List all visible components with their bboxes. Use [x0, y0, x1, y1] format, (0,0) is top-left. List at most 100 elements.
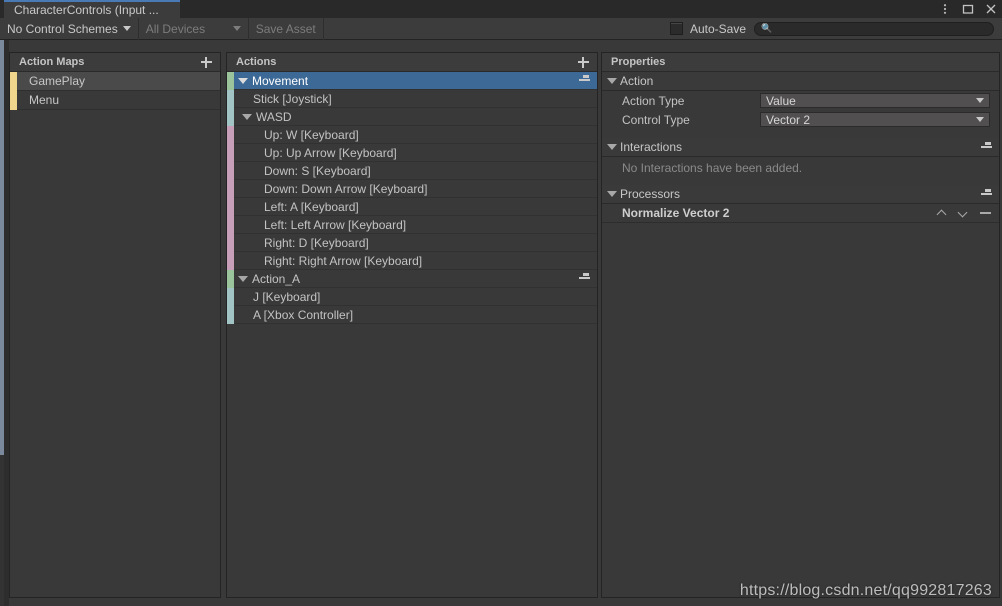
- plus-icon: [578, 273, 590, 284]
- control-type-label: Control Type: [622, 112, 690, 127]
- autosave-group: Auto-Save: [669, 21, 746, 36]
- action-tree-row[interactable]: Left: Left Arrow [Keyboard]: [227, 215, 597, 234]
- row-label: WASD: [256, 109, 292, 124]
- interactions-empty-text: No Interactions have been added.: [622, 161, 803, 175]
- autosave-checkbox[interactable]: [669, 22, 683, 35]
- save-asset-button[interactable]: Save Asset: [249, 17, 324, 40]
- processor-row[interactable]: Normalize Vector 2: [602, 204, 999, 223]
- action-tree-row[interactable]: Down: Down Arrow [Keyboard]: [227, 179, 597, 198]
- control-schemes-dropdown[interactable]: No Control Schemes: [0, 17, 139, 40]
- triangle-down-icon[interactable]: [238, 275, 248, 282]
- triangle-down-icon: [607, 78, 617, 84]
- action-tree-row[interactable]: Down: S [Keyboard]: [227, 161, 597, 180]
- row-label: Left: A [Keyboard]: [264, 199, 359, 214]
- row-label: Action_A: [252, 271, 301, 286]
- row-accent-composite_part: [227, 233, 234, 252]
- action-tree-row[interactable]: Right: D [Keyboard]: [227, 233, 597, 252]
- row-label: Up: Up Arrow [Keyboard]: [264, 145, 397, 160]
- action-map-label: Menu: [29, 93, 60, 107]
- tab-character-controls[interactable]: CharacterControls (Input ...: [4, 0, 180, 18]
- row-body: Down: Down Arrow [Keyboard]: [234, 180, 597, 198]
- row-label: Down: Down Arrow [Keyboard]: [264, 181, 428, 196]
- actions-tree: Movement Stick [Joystick] WASD Up: W [Keybo…: [227, 71, 597, 324]
- add-binding-button[interactable]: [576, 271, 592, 287]
- properties-panel: Properties Action Action Type Value Cont…: [601, 52, 1000, 598]
- window-title-bar: CharacterControls (Input ...: [0, 0, 1002, 18]
- add-action-map-button[interactable]: [198, 54, 214, 70]
- processors-section-title: Processors: [620, 187, 681, 201]
- action-type-label: Action Type: [622, 93, 685, 108]
- actions-title: Actions: [236, 56, 277, 68]
- action-tree-row[interactable]: J [Keyboard]: [227, 287, 597, 306]
- row-body: WASD: [234, 108, 597, 126]
- row-body: Down: S [Keyboard]: [234, 162, 597, 180]
- action-tree-row[interactable]: Stick [Joystick]: [227, 89, 597, 108]
- action-type-value: Value: [766, 93, 796, 108]
- action-tree-row[interactable]: Right: Right Arrow [Keyboard]: [227, 251, 597, 270]
- action-map-row[interactable]: GamePlay: [10, 71, 220, 91]
- row-accent-composite_part: [227, 215, 234, 234]
- row-label: Movement: [252, 73, 309, 88]
- action-maps-list: GamePlay Menu: [10, 71, 220, 110]
- autosave-label: Auto-Save: [689, 21, 746, 36]
- watermark: https://blog.csdn.net/qq992817263: [739, 582, 992, 599]
- row-body: Left: Left Arrow [Keyboard]: [234, 216, 597, 234]
- row-accent-composite: [227, 107, 234, 126]
- unity-input-actions-window: CharacterControls (Input ... No Control …: [0, 0, 1002, 606]
- row-accent-binding: [227, 287, 234, 306]
- action-section-header[interactable]: Action: [602, 72, 999, 91]
- processors-section-header[interactable]: Processors: [602, 185, 999, 204]
- row-body: Stick [Joystick]: [234, 90, 597, 108]
- add-binding-button[interactable]: [576, 73, 592, 89]
- row-accent-action: [227, 269, 234, 288]
- processor-controls: [938, 209, 991, 218]
- toolbar: No Control Schemes All Devices Save Asse…: [0, 17, 1002, 40]
- action-type-dropdown[interactable]: Value: [760, 93, 990, 108]
- action-map-label: GamePlay: [29, 74, 86, 88]
- interactions-section-header[interactable]: Interactions: [602, 138, 999, 157]
- row-label: J [Keyboard]: [253, 289, 321, 304]
- chevron-down-icon: [976, 117, 984, 122]
- remove-icon[interactable]: [980, 212, 991, 214]
- control-type-field: Control Type Vector 2: [602, 110, 999, 129]
- action-tree-row[interactable]: Movement: [227, 71, 597, 90]
- action-tree-row[interactable]: WASD: [227, 107, 597, 126]
- row-accent-composite_part: [227, 179, 234, 198]
- add-processor-button[interactable]: [978, 186, 994, 202]
- kebab-menu-icon[interactable]: [938, 2, 952, 16]
- action-map-accent: [10, 71, 17, 91]
- triangle-down-icon[interactable]: [238, 77, 248, 84]
- processor-name: Normalize Vector 2: [622, 206, 730, 220]
- action-tree-row[interactable]: Up: W [Keyboard]: [227, 125, 597, 144]
- plus-icon: [578, 75, 590, 86]
- properties-header: Properties: [602, 53, 999, 72]
- action-type-field: Action Type Value: [602, 91, 999, 110]
- close-icon[interactable]: [984, 2, 998, 16]
- chevron-down-icon: [976, 98, 984, 103]
- move-up-icon[interactable]: [938, 209, 947, 218]
- row-accent-composite_part: [227, 197, 234, 216]
- action-tree-row[interactable]: A [Xbox Controller]: [227, 305, 597, 324]
- plus-icon: [980, 188, 992, 200]
- action-tree-row[interactable]: Up: Up Arrow [Keyboard]: [227, 143, 597, 162]
- add-interaction-button[interactable]: [978, 139, 994, 155]
- devices-dropdown[interactable]: All Devices: [139, 17, 249, 40]
- move-down-icon[interactable]: [959, 209, 968, 218]
- action-tree-row[interactable]: Action_A: [227, 269, 597, 288]
- search-input[interactable]: 🔍: [754, 21, 994, 36]
- add-action-button[interactable]: [575, 54, 591, 70]
- search-icon: 🔍: [761, 23, 773, 33]
- tab-label: CharacterControls (Input ...: [14, 3, 159, 17]
- row-body: J [Keyboard]: [234, 288, 597, 306]
- control-type-value: Vector 2: [766, 112, 811, 127]
- action-map-row[interactable]: Menu: [10, 90, 220, 110]
- action-map-accent: [10, 90, 17, 110]
- row-label: Left: Left Arrow [Keyboard]: [264, 217, 407, 232]
- action-tree-row[interactable]: Left: A [Keyboard]: [227, 197, 597, 216]
- save-asset-label: Save Asset: [255, 21, 316, 36]
- row-body: Up: W [Keyboard]: [234, 126, 597, 144]
- control-type-dropdown[interactable]: Vector 2: [760, 112, 990, 127]
- chevron-down-icon-devices: [232, 26, 241, 31]
- triangle-down-icon[interactable]: [242, 113, 252, 120]
- maximize-icon[interactable]: [961, 2, 975, 16]
